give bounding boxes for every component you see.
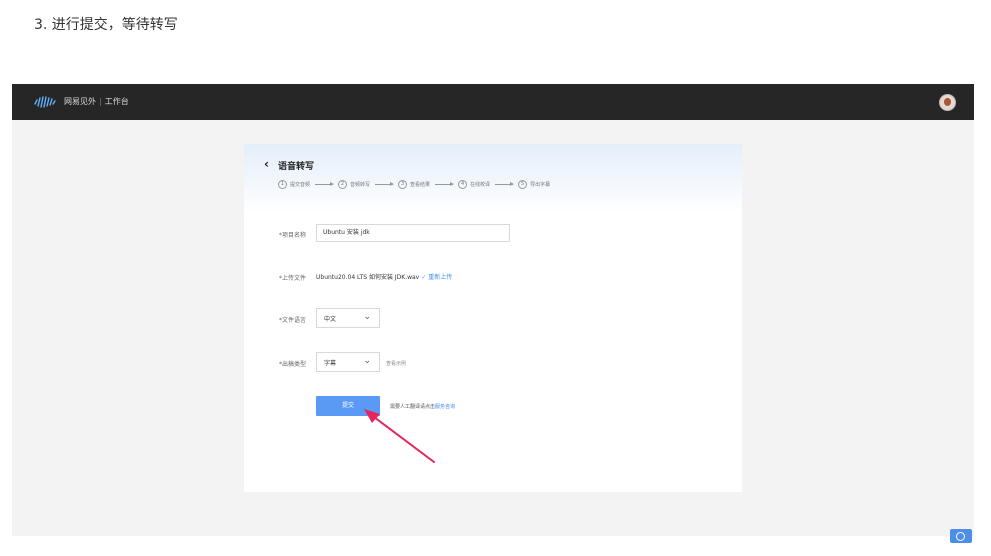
help-widget-icon[interactable] xyxy=(950,529,972,543)
step-caption: 3. 进行提交，等待转写 xyxy=(34,17,178,33)
app-screenshot: 网易见外 | 工作台 ‹ 语音转写 1 提交音频 2 音频转写 3 查看结果 4 在线校译 … xyxy=(12,84,974,536)
annotation-arrow-icon xyxy=(364,409,435,463)
